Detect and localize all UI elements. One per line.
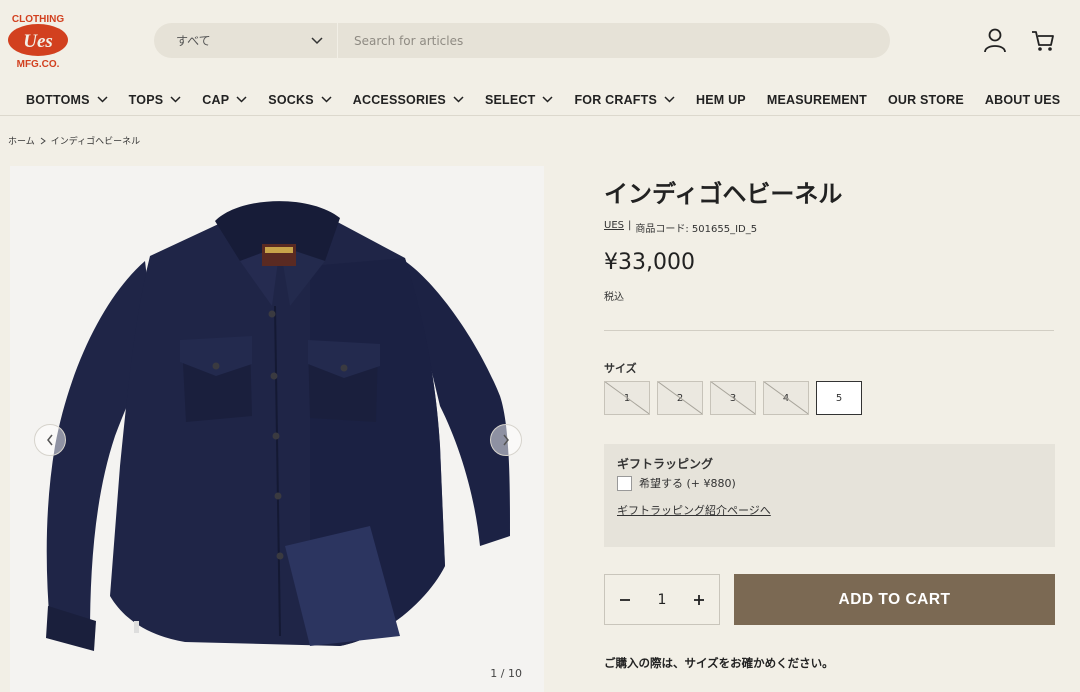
meta-separator: | bbox=[628, 220, 632, 231]
nav-item-socks[interactable]: SOCKS bbox=[268, 92, 332, 107]
nav-item-label: SOCKS bbox=[268, 92, 314, 107]
nav-item-for-crafts[interactable]: FOR CRAFTS bbox=[574, 93, 675, 107]
breadcrumb-current: インディゴヘビーネル bbox=[50, 137, 141, 147]
chevron-down-icon bbox=[542, 96, 553, 103]
nav-item-label: SELECT bbox=[484, 92, 536, 107]
logo-bottom-text: MFG.CO. bbox=[17, 59, 60, 70]
logo-mid-text: Ues bbox=[23, 31, 53, 52]
gift-info-link[interactable]: ギフトラッピング紹介ページへ bbox=[617, 502, 771, 518]
product-title: インディゴヘビーネル bbox=[604, 180, 843, 208]
breadcrumb: ホーム インディゴヘビーネル bbox=[8, 134, 140, 147]
quantity-value[interactable]: 1 bbox=[658, 592, 667, 608]
nav-item-select[interactable]: SELECT bbox=[485, 93, 554, 107]
nav-item-hem-up[interactable]: HEM UP bbox=[696, 93, 746, 107]
decrease-quantity-button[interactable] bbox=[615, 590, 635, 610]
gallery-next-button[interactable] bbox=[490, 424, 522, 456]
chevron-left-icon bbox=[47, 434, 53, 446]
chevron-down-icon bbox=[453, 96, 464, 103]
gallery-counter: 1 / 10 bbox=[490, 667, 522, 680]
nav-item-accessories[interactable]: ACCESSORIES bbox=[353, 93, 464, 107]
product-image[interactable] bbox=[10, 166, 544, 692]
gift-checkbox[interactable] bbox=[617, 475, 632, 491]
nav-item-label: BOTTOMS bbox=[26, 92, 90, 107]
size-notice: ご購入の際は、サイズをお確かめください。 bbox=[604, 656, 834, 670]
breadcrumb-home[interactable]: ホーム bbox=[8, 134, 35, 147]
tax-note: 税込 bbox=[604, 292, 624, 303]
quantity-stepper: 1 bbox=[604, 574, 720, 625]
chevron-right-icon bbox=[503, 434, 509, 446]
size-label: サイズ bbox=[604, 362, 637, 375]
search-category-select[interactable]: すべて bbox=[154, 23, 338, 58]
nav-item-bottoms[interactable]: BOTTOMS bbox=[26, 93, 108, 107]
search-category-label: すべて bbox=[176, 34, 211, 48]
nav-item-label: FOR CRAFTS bbox=[574, 92, 658, 107]
nav-item-tops[interactable]: TOPS bbox=[129, 93, 182, 107]
nav-item-label: ACCESSORIES bbox=[352, 92, 446, 107]
cart-icon[interactable] bbox=[1030, 27, 1056, 53]
size-option-4[interactable]: 4 bbox=[763, 381, 809, 415]
nav-item-label: HEM UP bbox=[696, 92, 746, 107]
product-gallery: 1 / 10 bbox=[10, 166, 544, 692]
nav-item-about-ues[interactable]: ABOUT UES bbox=[985, 93, 1060, 107]
account-icon[interactable] bbox=[982, 27, 1008, 53]
gift-title: ギフトラッピング bbox=[617, 457, 714, 471]
add-to-cart-button[interactable]: ADD TO CART bbox=[734, 574, 1055, 625]
nav-item-measurement[interactable]: MEASUREMENT bbox=[767, 93, 867, 107]
chevron-down-icon bbox=[170, 96, 181, 103]
nav-item-label: MEASUREMENT bbox=[766, 92, 867, 107]
nav-item-label: CAP bbox=[202, 92, 230, 107]
product-price: ¥33,000 bbox=[604, 250, 695, 275]
product-meta: UES | 商品コード: 501655_ID_5 bbox=[604, 220, 757, 235]
search-bar: すべて bbox=[154, 23, 890, 58]
minus-icon bbox=[620, 598, 630, 601]
chevron-right-icon bbox=[40, 137, 46, 144]
main-nav: BOTTOMS TOPS CAP SOCKS ACCESSORIES SELECT FOR … bbox=[0, 84, 1080, 116]
brand-link[interactable]: UES bbox=[604, 220, 624, 235]
logo-top-text: CLOTHING bbox=[12, 14, 64, 25]
gallery-prev-button[interactable] bbox=[34, 424, 66, 456]
gift-option[interactable]: 希望する (+ ¥880) bbox=[617, 475, 736, 491]
increase-quantity-button[interactable] bbox=[689, 590, 709, 610]
divider bbox=[604, 330, 1054, 331]
chevron-down-icon bbox=[236, 96, 247, 103]
size-option-5[interactable]: 5 bbox=[816, 381, 862, 415]
nav-item-label: TOPS bbox=[128, 92, 164, 107]
chevron-down-icon bbox=[664, 96, 675, 103]
gift-option-label[interactable]: 希望する (+ ¥880) bbox=[639, 475, 736, 491]
nav-item-our-store[interactable]: OUR STORE bbox=[888, 93, 964, 107]
size-option-2[interactable]: 2 bbox=[657, 381, 703, 415]
chevron-down-icon bbox=[321, 96, 332, 103]
nav-item-label: OUR STORE bbox=[887, 92, 964, 107]
gift-wrapping-panel: ギフトラッピング 希望する (+ ¥880) ギフトラッピング紹介ページへ bbox=[604, 444, 1055, 547]
chevron-down-icon bbox=[97, 96, 108, 103]
chevron-down-icon bbox=[311, 36, 323, 44]
search-input[interactable] bbox=[338, 23, 890, 58]
product-code: 商品コード: 501655_ID_5 bbox=[635, 224, 758, 235]
nav-item-label: ABOUT UES bbox=[984, 92, 1061, 107]
brand-logo[interactable]: CLOTHING Ues MFG.CO. bbox=[6, 10, 70, 70]
plus-icon bbox=[693, 594, 704, 605]
size-option-3[interactable]: 3 bbox=[710, 381, 756, 415]
size-selector: 12345 bbox=[604, 381, 862, 415]
nav-item-cap[interactable]: CAP bbox=[202, 93, 247, 107]
size-option-1[interactable]: 1 bbox=[604, 381, 650, 415]
